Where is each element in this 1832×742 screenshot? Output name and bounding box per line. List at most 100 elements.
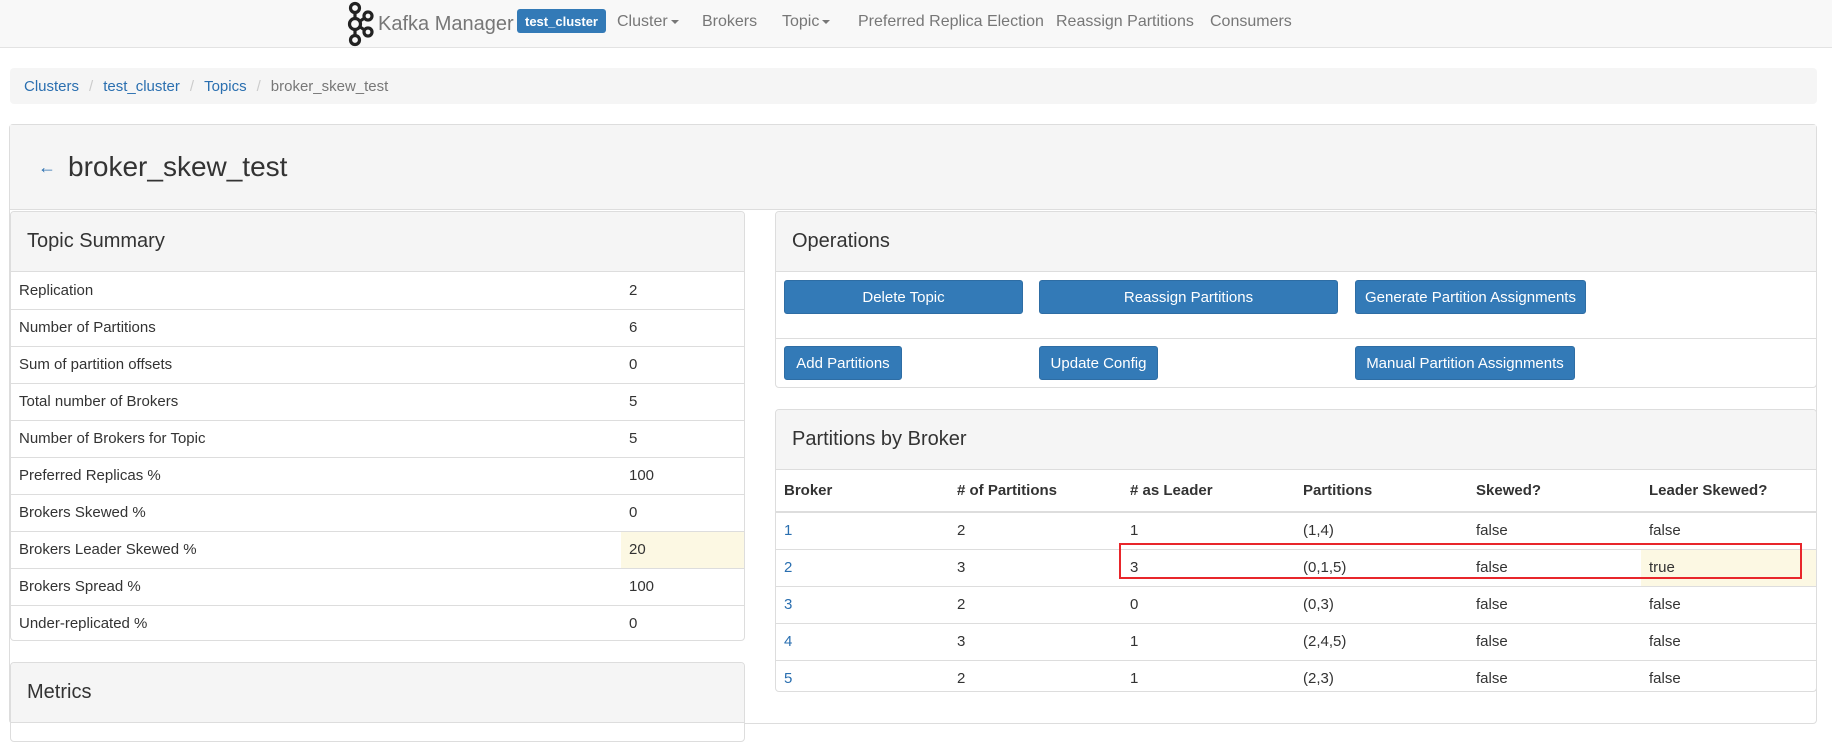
nav-brokers[interactable]: Brokers bbox=[702, 0, 757, 44]
nav-cluster-label: Cluster bbox=[617, 13, 668, 30]
back-arrow-icon[interactable]: ← bbox=[38, 157, 56, 178]
nav-cluster-dropdown[interactable]: Cluster bbox=[617, 0, 679, 44]
topic-summary-title: Topic Summary bbox=[11, 212, 744, 272]
table-row: 1 2 1 (1,4) false false bbox=[776, 512, 1816, 549]
summary-value: 20 bbox=[621, 530, 744, 568]
breadcrumb-cluster[interactable]: test_cluster bbox=[103, 78, 180, 95]
brand-label: Kafka Manager bbox=[378, 12, 514, 35]
broker-link[interactable]: 3 bbox=[784, 596, 792, 613]
breadcrumb: Clusters / test_cluster / Topics / broke… bbox=[10, 68, 1817, 104]
nav-preferred-replica-election[interactable]: Preferred Replica Election bbox=[858, 0, 1044, 44]
breadcrumb-separator: / bbox=[256, 77, 261, 95]
kafka-logo-icon bbox=[347, 1, 374, 47]
summary-label: Sum of partition offsets bbox=[11, 345, 621, 383]
metrics-panel: Metrics bbox=[10, 662, 745, 742]
partitions-by-broker-table: Broker # of Partitions # as Leader Parti… bbox=[776, 470, 1816, 691]
reassign-partitions-button[interactable]: Reassign Partitions bbox=[1039, 280, 1338, 314]
cluster-badge[interactable]: test_cluster bbox=[517, 9, 606, 33]
summary-label: Under-replicated % bbox=[11, 604, 621, 640]
topic-summary-table: Replication 2 Number of Partitions 6 Sum of … bbox=[11, 272, 744, 640]
summary-label: Number of Partitions bbox=[11, 308, 621, 346]
summary-value: 5 bbox=[621, 382, 744, 420]
summary-row: Replication 2 bbox=[11, 272, 744, 309]
skewed-cell: false bbox=[1476, 522, 1508, 540]
num-partitions-cell: 2 bbox=[949, 659, 1122, 691]
summary-row: Sum of partition offsets 0 bbox=[11, 345, 744, 383]
table-header-row: Broker # of Partitions # as Leader Parti… bbox=[776, 470, 1816, 513]
summary-label: Preferred Replicas % bbox=[11, 456, 621, 494]
nav-topic-dropdown[interactable]: Topic bbox=[782, 0, 831, 44]
page-title: broker_skew_test bbox=[68, 151, 288, 182]
leader-skewed-cell: false bbox=[1641, 659, 1816, 691]
broker-link[interactable]: 2 bbox=[784, 559, 792, 576]
leader-skewed-cell: false bbox=[1649, 522, 1681, 540]
as-leader-cell: 3 bbox=[1122, 548, 1295, 586]
broker-link[interactable]: 1 bbox=[784, 522, 792, 539]
partitions-cell: (0,3) bbox=[1295, 585, 1468, 623]
operations-divider bbox=[776, 338, 1816, 339]
metrics-title[interactable]: Metrics bbox=[11, 663, 744, 723]
broker-link[interactable]: 5 bbox=[784, 670, 792, 687]
operations-panel: Operations Delete Topic Reassign Partiti… bbox=[775, 211, 1817, 388]
caret-down-icon bbox=[822, 20, 831, 24]
nav-consumers[interactable]: Consumers bbox=[1210, 0, 1292, 44]
partitions-by-broker-title: Partitions by Broker bbox=[776, 410, 1816, 470]
as-leader-cell: 1 bbox=[1122, 622, 1295, 660]
delete-topic-button[interactable]: Delete Topic bbox=[784, 280, 1023, 314]
column-header: # as Leader bbox=[1122, 470, 1295, 513]
skewed-cell: false bbox=[1468, 585, 1641, 623]
breadcrumb-current: broker_skew_test bbox=[270, 77, 389, 95]
summary-row: Preferred Replicas % 100 bbox=[11, 456, 744, 494]
column-header: # of Partitions bbox=[949, 470, 1122, 513]
skewed-cell: false bbox=[1468, 548, 1641, 586]
summary-row: Under-replicated % 0 bbox=[11, 604, 744, 640]
add-partitions-button[interactable]: Add Partitions bbox=[784, 346, 902, 380]
summary-label: Number of Brokers for Topic bbox=[11, 419, 621, 457]
update-config-button[interactable]: Update Config bbox=[1039, 346, 1158, 380]
breadcrumb-separator: / bbox=[89, 77, 94, 95]
topic-header: ← broker_skew_test bbox=[10, 125, 1816, 210]
breadcrumb-clusters[interactable]: Clusters bbox=[24, 78, 79, 95]
table-row: 5 2 1 (2,3) false false bbox=[776, 659, 1816, 691]
partitions-by-broker-panel: Partitions by Broker Broker # of Partiti… bbox=[775, 409, 1817, 692]
partitions-cell: (2,3) bbox=[1295, 659, 1468, 691]
breadcrumb-separator: / bbox=[189, 77, 195, 95]
summary-value: 100 bbox=[621, 567, 744, 605]
leader-skewed-cell: false bbox=[1641, 585, 1816, 623]
summary-row: Number of Partitions 6 bbox=[11, 308, 744, 346]
table-row: 3 2 0 (0,3) false false bbox=[776, 585, 1816, 623]
skewed-cell: false bbox=[1468, 622, 1641, 660]
table-row: 2 3 3 (0,1,5) false true bbox=[776, 548, 1816, 586]
topic-summary-panel: Topic Summary Replication 2 Number of Part… bbox=[10, 211, 745, 641]
leader-skewed-cell: false bbox=[1641, 622, 1816, 660]
partitions-cell: (2,4,5) bbox=[1295, 622, 1468, 660]
summary-value: 0 bbox=[621, 604, 744, 640]
as-leader-cell: 0 bbox=[1122, 585, 1295, 623]
brand[interactable]: Kafka Manager bbox=[344, 0, 514, 48]
leader-skewed-cell: true bbox=[1641, 548, 1816, 586]
manual-partition-assignments-button[interactable]: Manual Partition Assignments bbox=[1355, 346, 1575, 380]
summary-value: 5 bbox=[621, 419, 744, 457]
broker-link[interactable]: 4 bbox=[784, 633, 792, 650]
column-header: Broker bbox=[776, 470, 949, 513]
top-navbar: Kafka Manager test_cluster Cluster Broke… bbox=[0, 0, 1832, 48]
num-partitions-cell: 3 bbox=[949, 548, 1122, 586]
summary-value: 100 bbox=[621, 456, 744, 494]
skewed-cell: false bbox=[1468, 659, 1641, 691]
num-partitions-cell: 2 bbox=[949, 585, 1122, 623]
caret-down-icon bbox=[670, 20, 679, 24]
breadcrumb-topics[interactable]: Topics bbox=[204, 78, 247, 95]
summary-row: Total number of Brokers 5 bbox=[11, 382, 744, 420]
nav-topic-label: Topic bbox=[782, 13, 820, 30]
summary-row: Brokers Leader Skewed % 20 bbox=[11, 530, 744, 568]
generate-partition-assignments-button[interactable]: Generate Partition Assignments bbox=[1355, 280, 1586, 314]
summary-value: 0 bbox=[621, 345, 744, 383]
partitions-cell: (1,4) bbox=[1303, 522, 1334, 540]
summary-label: Total number of Brokers bbox=[11, 382, 621, 420]
nav-reassign-partitions[interactable]: Reassign Partitions bbox=[1056, 0, 1194, 44]
summary-row: Number of Brokers for Topic 5 bbox=[11, 419, 744, 457]
column-header: Leader Skewed? bbox=[1641, 470, 1816, 513]
summary-value: 2 bbox=[629, 281, 638, 299]
summary-label: Brokers Spread % bbox=[11, 567, 621, 605]
summary-label: Brokers Leader Skewed % bbox=[11, 530, 621, 568]
